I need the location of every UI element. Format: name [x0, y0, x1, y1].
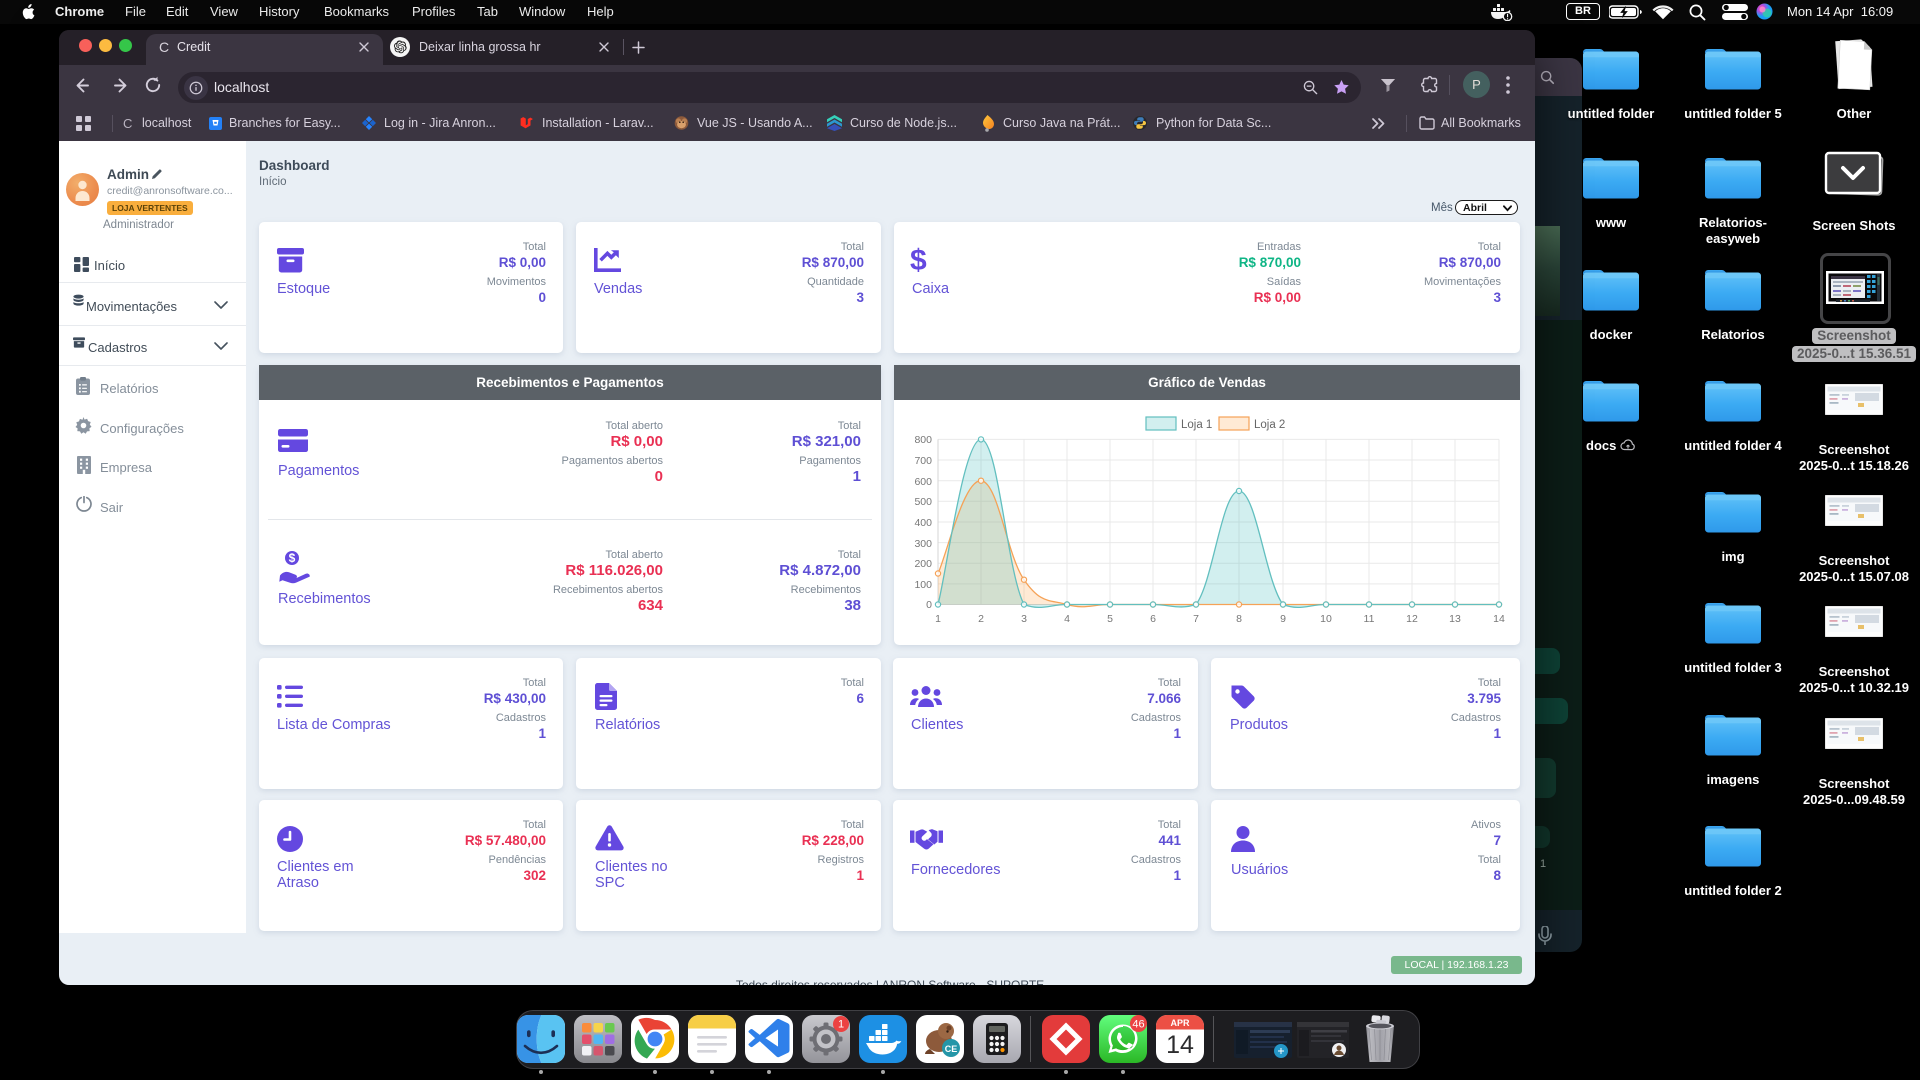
svg-text:$: $: [289, 551, 296, 565]
svg-text:1: 1: [935, 613, 941, 625]
svg-text:14: 14: [1166, 1031, 1194, 1059]
svg-text:100: 100: [914, 579, 932, 591]
svg-text:APR: APR: [1170, 1018, 1190, 1028]
svg-text:11: 11: [1364, 613, 1375, 625]
svg-text:0: 0: [926, 599, 932, 611]
svg-text:200: 200: [914, 558, 932, 570]
svg-text:Loja 2: Loja 2: [1254, 419, 1285, 431]
svg-text:700: 700: [914, 455, 932, 467]
svg-text:8: 8: [1236, 613, 1242, 625]
svg-text:400: 400: [914, 517, 932, 529]
svg-text:4: 4: [1064, 613, 1070, 625]
svg-text:500: 500: [914, 496, 932, 508]
svg-text:14: 14: [1493, 613, 1505, 625]
svg-text:CE: CE: [945, 1044, 958, 1054]
svg-text:Loja 1: Loja 1: [1181, 419, 1212, 431]
svg-text:600: 600: [914, 476, 932, 488]
svg-text:5: 5: [1107, 613, 1113, 625]
svg-text:12: 12: [1406, 613, 1418, 625]
svg-text:46: 46: [1132, 1018, 1144, 1030]
svg-text:300: 300: [914, 538, 932, 550]
svg-text:2: 2: [978, 613, 984, 625]
svg-text:10: 10: [1320, 613, 1332, 625]
svg-text:13: 13: [1449, 613, 1461, 625]
svg-text:800: 800: [914, 434, 932, 446]
svg-text:3: 3: [1021, 613, 1027, 625]
svg-text:7: 7: [1193, 613, 1199, 625]
svg-text:6: 6: [1150, 613, 1156, 625]
svg-text:9: 9: [1280, 613, 1286, 625]
svg-text:1: 1: [838, 1018, 844, 1030]
